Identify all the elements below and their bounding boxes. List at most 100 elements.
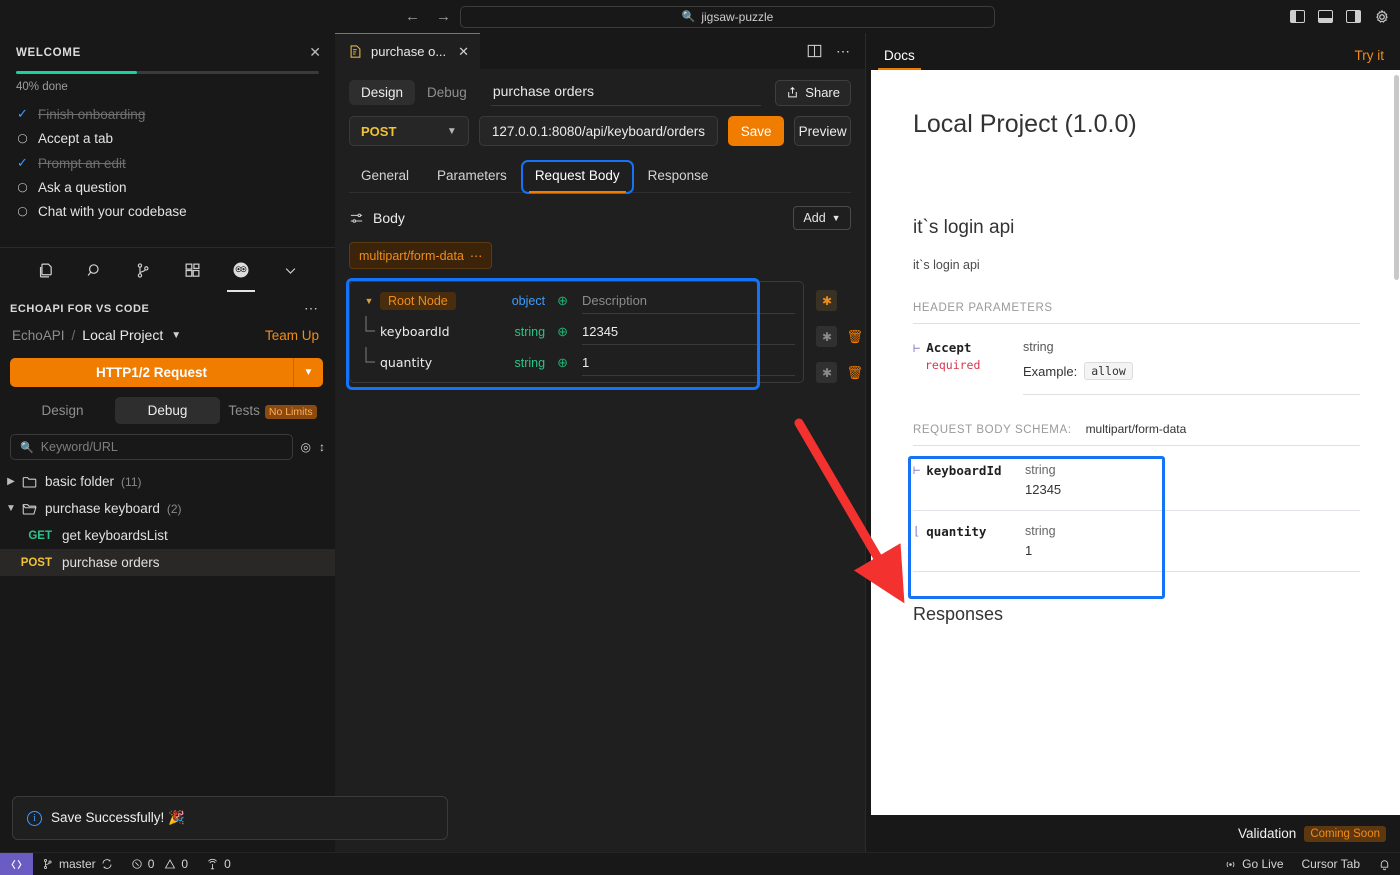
forward-arrow-icon[interactable]: → — [436, 9, 451, 24]
checklist-item-prompt-an-edit[interactable]: ✓ Prompt an edit — [16, 155, 319, 171]
add-button[interactable]: Add ▼ — [793, 206, 851, 230]
search-input[interactable]: 🔍 Keyword/URL — [10, 434, 293, 460]
checklist-item-ask-a-question[interactable]: ◯ Ask a question — [16, 180, 319, 195]
team-up-link[interactable]: Team Up — [265, 328, 319, 343]
tree-folder-purchase-keyboard[interactable]: ▼ purchase keyboard (2) — [0, 495, 335, 522]
subtab-parameters[interactable]: Parameters — [425, 162, 519, 192]
tree-folder-basic-folder[interactable]: ▶ basic folder (11) — [0, 468, 335, 495]
checklist-item-accept-a-tab[interactable]: ◯ Accept a tab — [16, 131, 319, 146]
schema-row-type[interactable]: string — [515, 356, 546, 370]
share-button[interactable]: Share — [775, 79, 851, 106]
split-editor-icon[interactable] — [807, 44, 822, 58]
more-horizontal-icon[interactable]: ⋯ — [836, 43, 851, 60]
more-horizontal-icon[interactable]: ⋯ — [304, 300, 319, 317]
tab-debug[interactable]: Debug — [115, 397, 220, 424]
required-star-icon[interactable]: ✱ — [816, 290, 838, 311]
chevron-down-icon[interactable] — [279, 259, 301, 281]
trash-icon[interactable]: 🗑 — [846, 365, 863, 381]
checklist-item-chat-with-codebase[interactable]: ◯ Chat with your codebase — [16, 204, 319, 219]
search-icon[interactable] — [83, 259, 105, 281]
plus-circle-icon[interactable]: ⊕ — [557, 324, 568, 340]
schema-row-key[interactable]: keyboardId — [380, 324, 450, 339]
url-input[interactable]: 127.0.0.1:8080/api/keyboard/orders — [478, 116, 718, 146]
subtab-general[interactable]: General — [349, 162, 421, 192]
tab-tests[interactable]: Tests No Limits — [220, 397, 325, 424]
toggle-primary-sidebar-icon[interactable] — [1290, 10, 1305, 23]
breadcrumb-root[interactable]: EchoAPI — [12, 328, 65, 343]
toggle-panel-icon[interactable] — [1318, 10, 1333, 23]
plus-circle-icon[interactable]: ⊕ — [557, 355, 568, 371]
required-star-icon[interactable]: ✱ — [816, 326, 838, 347]
checklist-item-finish-onboarding[interactable]: ✓ Finish onboarding — [16, 106, 319, 122]
remote-window-icon[interactable] — [0, 852, 33, 875]
chevron-right-icon[interactable]: ▶ — [0, 476, 22, 487]
tab-debug[interactable]: Debug — [415, 80, 479, 105]
chevron-down-icon[interactable]: ▼ — [358, 296, 380, 306]
schema-row-description-input[interactable]: Description — [582, 288, 795, 314]
method-select[interactable]: POST ▼ — [349, 116, 469, 146]
git-branch-status[interactable]: master — [33, 857, 122, 871]
content-type-chip[interactable]: multipart/form-data ⋯ — [349, 242, 493, 269]
trash-icon[interactable]: 🗑 — [846, 329, 863, 345]
divider — [913, 323, 1360, 324]
target-icon[interactable]: ◎ — [301, 440, 311, 454]
schema-row-key[interactable]: quantity — [380, 355, 432, 370]
sort-icon[interactable]: ↕ — [319, 440, 325, 454]
more-horizontal-icon[interactable]: ⋯ — [470, 248, 483, 263]
warning-icon — [165, 859, 176, 869]
tab-design[interactable]: Design — [349, 80, 416, 105]
schema-row-value-input[interactable]: 1 — [582, 350, 795, 376]
back-arrow-icon[interactable]: ← — [405, 9, 420, 24]
chevron-down-icon[interactable]: ▼ — [171, 330, 181, 341]
explorer-icon[interactable] — [34, 259, 56, 281]
gear-icon[interactable] — [1374, 9, 1390, 25]
docs-header: Docs Try it — [866, 33, 1400, 70]
ports-status[interactable]: 0 — [197, 857, 240, 871]
chevron-down-icon: ▼ — [446, 125, 457, 137]
chevron-down-icon[interactable]: ▼ — [0, 503, 22, 514]
cursor-tab-status[interactable]: Cursor Tab — [1293, 857, 1369, 871]
tree-request-get-keyboardslist[interactable]: GET get keyboardsList — [0, 522, 335, 549]
schema-row-root[interactable]: ▼ Root Node object ⊕ Description — [358, 285, 795, 316]
chevron-down-icon[interactable]: ▼ — [294, 367, 323, 378]
checklist-label: Ask a question — [38, 180, 127, 195]
subtab-response[interactable]: Response — [636, 162, 721, 192]
welcome-close-icon[interactable]: ✕ — [309, 44, 321, 61]
schema-actions-quantity: ✱ 🗑 — [816, 357, 863, 388]
schema-row-type[interactable]: string — [515, 325, 546, 339]
schema-row-type[interactable]: object — [512, 294, 545, 308]
try-it-link[interactable]: Try it — [1355, 48, 1385, 70]
preview-button[interactable]: Preview — [794, 116, 851, 146]
tree-request-purchase-orders[interactable]: POST purchase orders — [0, 549, 335, 576]
extensions-icon[interactable] — [181, 259, 203, 281]
tab-design[interactable]: Design — [10, 397, 115, 424]
schema-row-value-input[interactable]: 12345 — [582, 319, 795, 345]
schema-row-keyboardid[interactable]: keyboardId string ⊕ 12345 — [358, 316, 795, 347]
problems-status[interactable]: 0 0 — [122, 857, 197, 871]
go-live-status[interactable]: Go Live — [1215, 857, 1292, 871]
http-request-button[interactable]: HTTP1/2 Request ▼ — [10, 358, 323, 387]
root-node-chip[interactable]: Root Node — [380, 291, 456, 310]
docs-schema-fields: ⊢ keyboardId string 12345 ⌊ quantity str… — [908, 450, 1360, 599]
plus-circle-icon[interactable]: ⊕ — [557, 293, 568, 309]
source-control-icon[interactable] — [132, 259, 154, 281]
docs-scrollbar[interactable] — [1394, 75, 1399, 280]
save-button[interactable]: Save — [727, 116, 785, 146]
echoapi-icon[interactable] — [227, 259, 255, 292]
breadcrumb-project[interactable]: Local Project — [82, 327, 163, 343]
ports-icon — [208, 858, 217, 869]
command-search-input[interactable]: 🔍 jigsaw-puzzle — [460, 5, 995, 28]
notifications-status[interactable] — [1369, 858, 1400, 871]
subtab-request-body[interactable]: Request Body — [520, 160, 634, 194]
checklist-label: Prompt an edit — [38, 155, 126, 171]
schema-row-quantity[interactable]: quantity string ⊕ 1 — [358, 347, 795, 378]
tab-docs[interactable]: Docs — [878, 48, 921, 70]
toggle-secondary-sidebar-icon[interactable] — [1346, 10, 1361, 23]
required-star-icon[interactable]: ✱ — [816, 362, 838, 383]
method-badge: POST — [20, 556, 52, 569]
editor-tab-purchase-orders[interactable]: purchase o... ✕ — [335, 33, 481, 69]
api-name-input[interactable]: purchase orders — [490, 79, 762, 106]
toast-notification: i Save Successfully! 🎉 — [12, 796, 448, 840]
onboarding-progress — [16, 71, 319, 74]
close-icon[interactable]: ✕ — [458, 44, 469, 60]
